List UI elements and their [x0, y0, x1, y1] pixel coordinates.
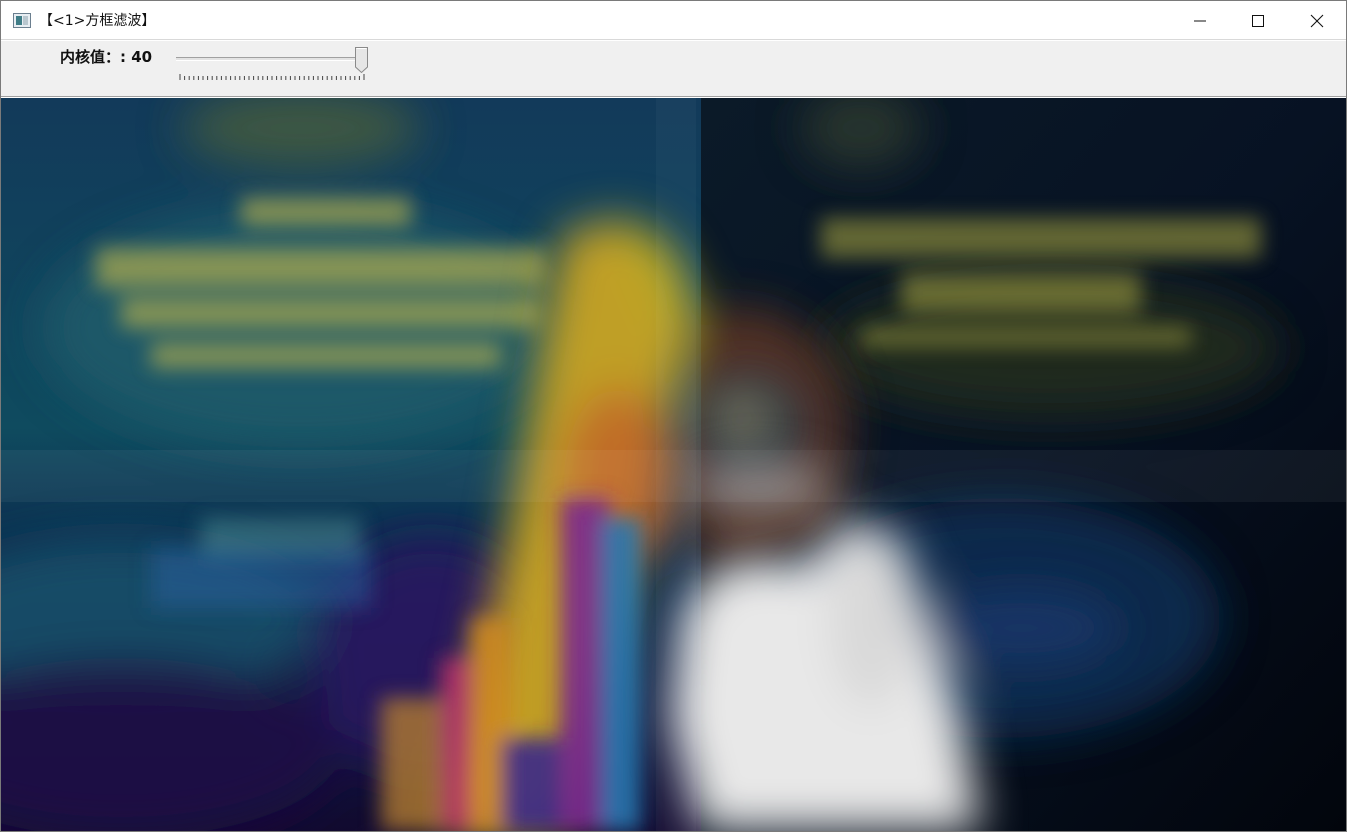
trackbar-panel: 内核值：: 40 [1, 41, 1346, 97]
trackbar-label: 内核值：: 40 [60, 48, 153, 66]
trackbar-thumb[interactable] [355, 47, 368, 73]
trackbar-track[interactable] [176, 57, 368, 61]
minimize-button[interactable] [1171, 1, 1229, 40]
window-title: 【<1>方框滤波】 [39, 13, 156, 29]
app-icon [13, 13, 31, 28]
minimize-icon [1194, 20, 1206, 21]
close-icon [1310, 14, 1324, 27]
trackbar-ticks [179, 74, 365, 80]
blurred-image [1, 98, 1346, 831]
image-viewport[interactable] [1, 98, 1346, 831]
maximize-button[interactable] [1229, 1, 1287, 40]
maximize-icon [1252, 14, 1264, 27]
app-window: 【<1>方框滤波】 内核值：: 40 [0, 0, 1347, 832]
title-bar[interactable]: 【<1>方框滤波】 [1, 1, 1346, 40]
close-button[interactable] [1288, 1, 1346, 40]
